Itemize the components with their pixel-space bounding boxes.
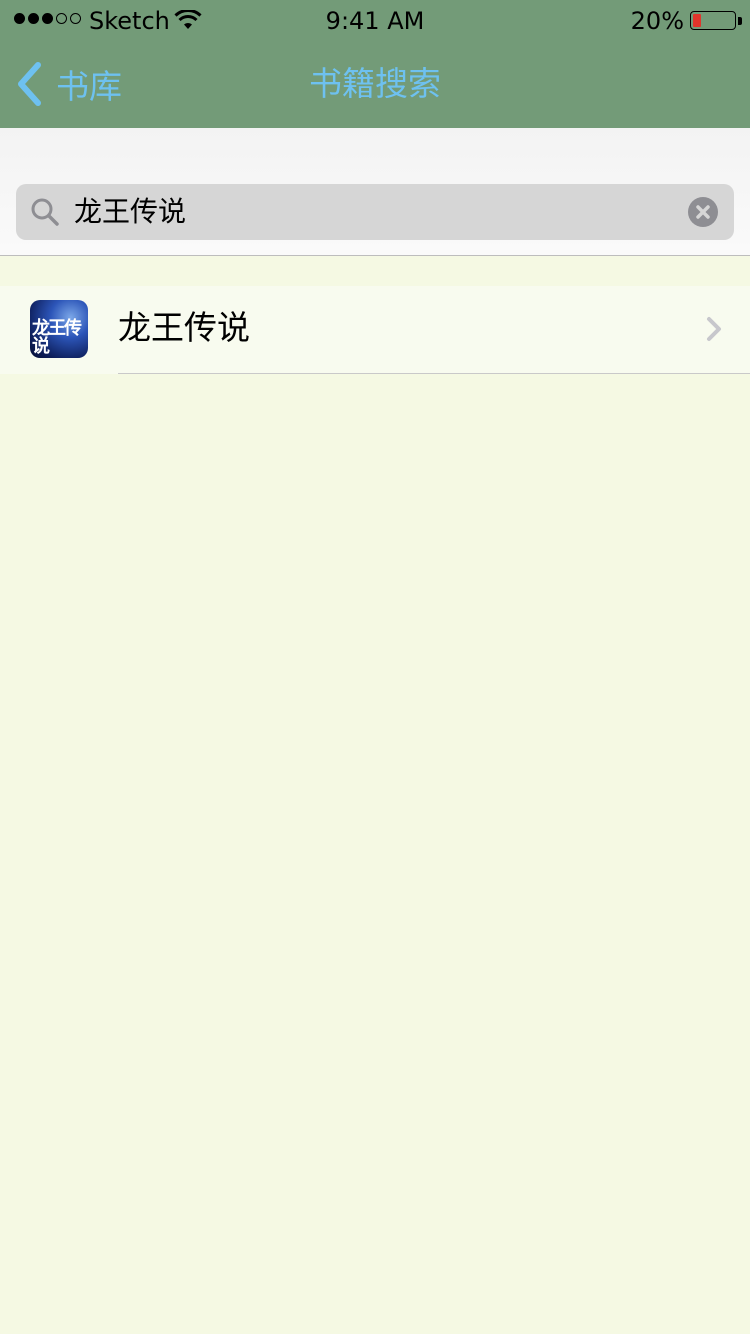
cover-title: 龙王传说 xyxy=(32,318,82,357)
close-icon xyxy=(696,205,710,219)
top-bar: Sketch 9:41 AM 20% 书库 书籍搜索 xyxy=(0,0,750,128)
row-separator xyxy=(118,373,750,374)
page-title: 书籍搜索 xyxy=(309,64,441,103)
clear-search-button[interactable] xyxy=(688,197,718,227)
book-title: 龙王传说 xyxy=(118,308,250,347)
search-query: 龙王传说 xyxy=(74,195,187,228)
battery-level xyxy=(693,14,701,27)
battery-percent: 20% xyxy=(630,7,684,35)
status-bar: Sketch 9:41 AM 20% xyxy=(0,0,750,44)
search-icon xyxy=(31,198,59,226)
battery-icon xyxy=(690,11,736,30)
search-bar-container: 龙王传说 xyxy=(0,128,750,256)
screen: Sketch 9:41 AM 20% 书库 书籍搜索 龙王传说 龙王传说 龙王传… xyxy=(0,0,750,1334)
list-item[interactable]: 龙王传说 龙王传说 xyxy=(0,286,750,374)
chevron-right-icon xyxy=(707,317,721,341)
battery-tip xyxy=(738,17,742,25)
search-input[interactable]: 龙王传说 xyxy=(16,184,734,240)
navigation-bar: 书库 书籍搜索 xyxy=(0,44,750,128)
book-cover: 龙王传说 xyxy=(30,300,88,358)
